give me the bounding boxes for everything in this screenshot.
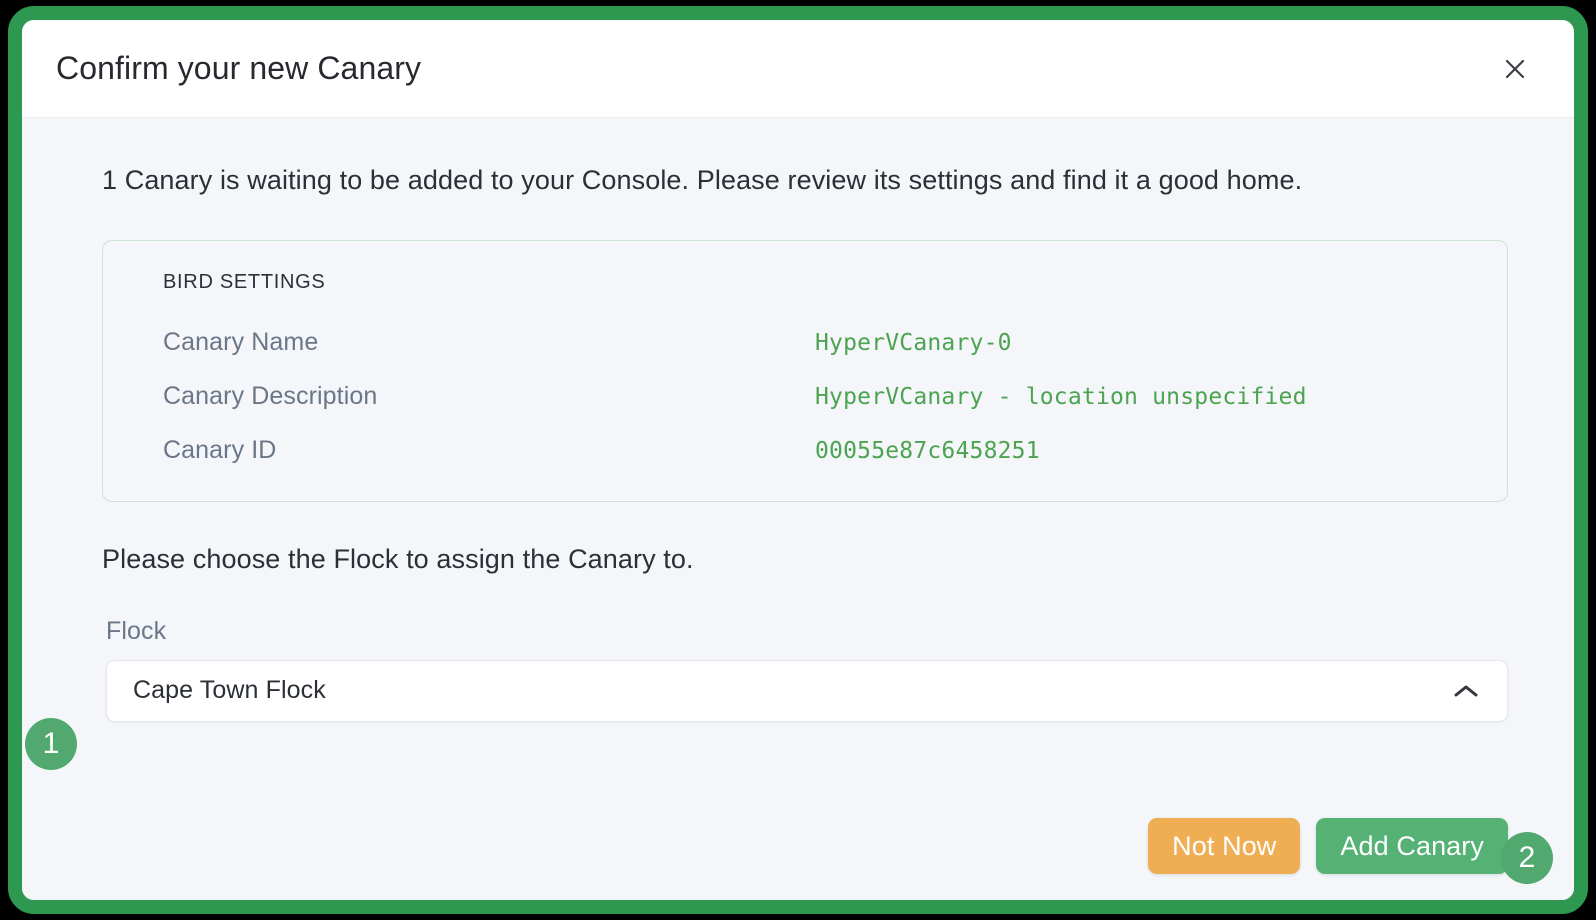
canary-id-value: 00055e87c6458251: [815, 437, 1040, 464]
modal-footer: Not Now Add Canary: [1148, 818, 1508, 874]
flock-selected-value: Cape Town Flock: [133, 676, 326, 705]
add-canary-button[interactable]: Add Canary: [1316, 818, 1508, 874]
flock-field-block: Flock Cape Town Flock: [106, 617, 1508, 722]
page-title: Confirm your new Canary: [56, 50, 422, 86]
canary-id-label: Canary ID: [163, 435, 277, 464]
canary-description-label: Canary Description: [163, 381, 378, 410]
not-now-button[interactable]: Not Now: [1148, 818, 1301, 874]
canary-name-label: Canary Name: [163, 327, 319, 356]
choose-flock-prompt: Please choose the Flock to assign the Ca…: [102, 543, 694, 574]
canary-name-value: HyperVCanary-0: [815, 329, 1012, 356]
table-row: Canary Name HyperVCanary-0: [163, 328, 1471, 357]
flock-select[interactable]: Cape Town Flock: [106, 659, 1508, 722]
bird-settings-card: BIRD SETTINGS Canary Name HyperVCanary-0…: [102, 239, 1508, 502]
intro-text: 1 Canary is waiting to be added to your …: [102, 165, 1303, 195]
modal-header: Confirm your new Canary: [22, 20, 1574, 118]
step-badge-2: 2: [1501, 832, 1553, 884]
chevron-up-icon[interactable]: [1453, 683, 1479, 699]
step-badge-1: 1: [25, 718, 77, 770]
table-row: Canary ID 00055e87c6458251: [163, 436, 1471, 465]
confirm-canary-modal: Confirm your new Canary 1 Canary is wait…: [8, 6, 1588, 914]
table-row: Canary Description HyperVCanary - locati…: [163, 382, 1471, 411]
close-icon[interactable]: [1498, 52, 1532, 86]
canary-description-value: HyperVCanary - location unspecified: [815, 383, 1307, 410]
bird-settings-heading: BIRD SETTINGS: [163, 270, 326, 293]
modal-body: 1 Canary is waiting to be added to your …: [22, 118, 1574, 900]
flock-label: Flock: [106, 616, 167, 645]
bird-settings-rows: Canary Name HyperVCanary-0 Canary Descri…: [163, 328, 1471, 465]
